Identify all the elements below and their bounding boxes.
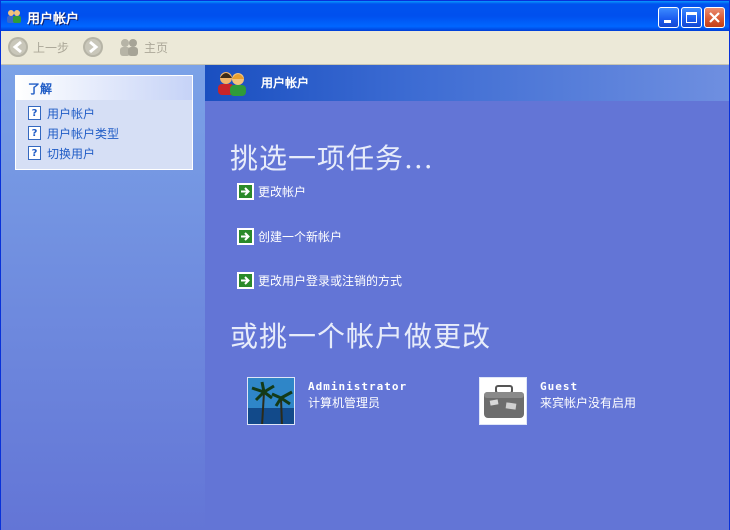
- learn-item-label: 切换用户: [47, 146, 96, 161]
- task-change-logon[interactable]: 更改用户登录或注销的方式: [237, 272, 402, 289]
- learn-item-label: 用户帐户: [47, 106, 96, 121]
- header-banner: 用户帐户: [205, 65, 729, 101]
- forward-arrow-icon: [83, 37, 103, 57]
- learn-item-switch-users[interactable]: ? 切换用户: [28, 144, 95, 162]
- banner-title: 用户帐户: [261, 76, 310, 90]
- close-icon: [709, 12, 720, 23]
- task-create-account[interactable]: 创建一个新帐户: [237, 228, 342, 245]
- account-type: 计算机管理员: [308, 396, 381, 410]
- back-arrow-icon: [8, 37, 28, 57]
- account-name: Administrator: [308, 380, 408, 393]
- task-label: 更改帐户: [258, 185, 307, 199]
- palm-trees-picture: [247, 377, 295, 425]
- back-label: 上一步: [33, 40, 70, 55]
- pick-account-heading: 或挑一个帐户做更改: [230, 320, 492, 353]
- task-label: 创建一个新帐户: [258, 230, 343, 244]
- help-question-icon: ?: [28, 106, 41, 120]
- learn-about-header[interactable]: 了解: [16, 76, 192, 100]
- users-app-icon: [7, 10, 21, 23]
- learn-item-label: 用户帐户类型: [47, 126, 120, 141]
- title-bar[interactable]: 用户帐户: [1, 1, 729, 31]
- home-button[interactable]: 主页: [118, 36, 168, 58]
- home-label: 主页: [144, 40, 169, 55]
- maximize-button[interactable]: [681, 7, 702, 28]
- learn-about-box: 了解 ? 用户帐户 ? 用户帐户类型 ? 切换用户: [15, 75, 193, 170]
- user-accounts-window: 用户帐户 上一步 主页 了解 ? 用户帐户 ? 用户帐户类型 ? 切换用户 用户…: [0, 0, 730, 530]
- task-change-account[interactable]: 更改帐户: [237, 183, 306, 200]
- learn-about-title: 了解: [28, 82, 53, 96]
- green-arrow-icon: [237, 272, 254, 289]
- green-arrow-icon: [237, 183, 254, 200]
- minimize-button[interactable]: [658, 7, 679, 28]
- maximize-icon: [686, 12, 697, 23]
- forward-button[interactable]: [82, 36, 108, 58]
- minimize-icon: [664, 20, 671, 23]
- learn-item-user-accounts[interactable]: ? 用户帐户: [28, 104, 95, 122]
- account-guest[interactable]: Guest 来宾帐户没有启用: [479, 377, 636, 425]
- task-label: 更改用户登录或注销的方式: [258, 274, 403, 288]
- left-task-pane: 了解 ? 用户帐户 ? 用户帐户类型 ? 切换用户: [1, 65, 205, 530]
- account-name: Guest: [540, 380, 579, 393]
- account-status: 来宾帐户没有启用: [540, 396, 637, 410]
- home-users-icon: [120, 39, 138, 56]
- briefcase-picture: [479, 377, 527, 425]
- pick-task-heading: 挑选一项任务...: [230, 142, 434, 175]
- main-content-pane: 用户帐户 挑选一项任务... 更改帐户 创建一个新帐户 更改用户登录或注销的方式…: [205, 65, 729, 530]
- close-button[interactable]: [704, 7, 725, 28]
- user-accounts-icon: [218, 72, 246, 96]
- account-administrator[interactable]: Administrator 计算机管理员: [247, 377, 407, 425]
- navigation-toolbar: 上一步 主页: [1, 31, 729, 65]
- back-button[interactable]: 上一步: [7, 36, 69, 58]
- green-arrow-icon: [237, 228, 254, 245]
- help-question-icon: ?: [28, 146, 41, 160]
- learn-item-account-types[interactable]: ? 用户帐户类型: [28, 124, 119, 142]
- help-question-icon: ?: [28, 126, 41, 140]
- window-title: 用户帐户: [27, 12, 80, 27]
